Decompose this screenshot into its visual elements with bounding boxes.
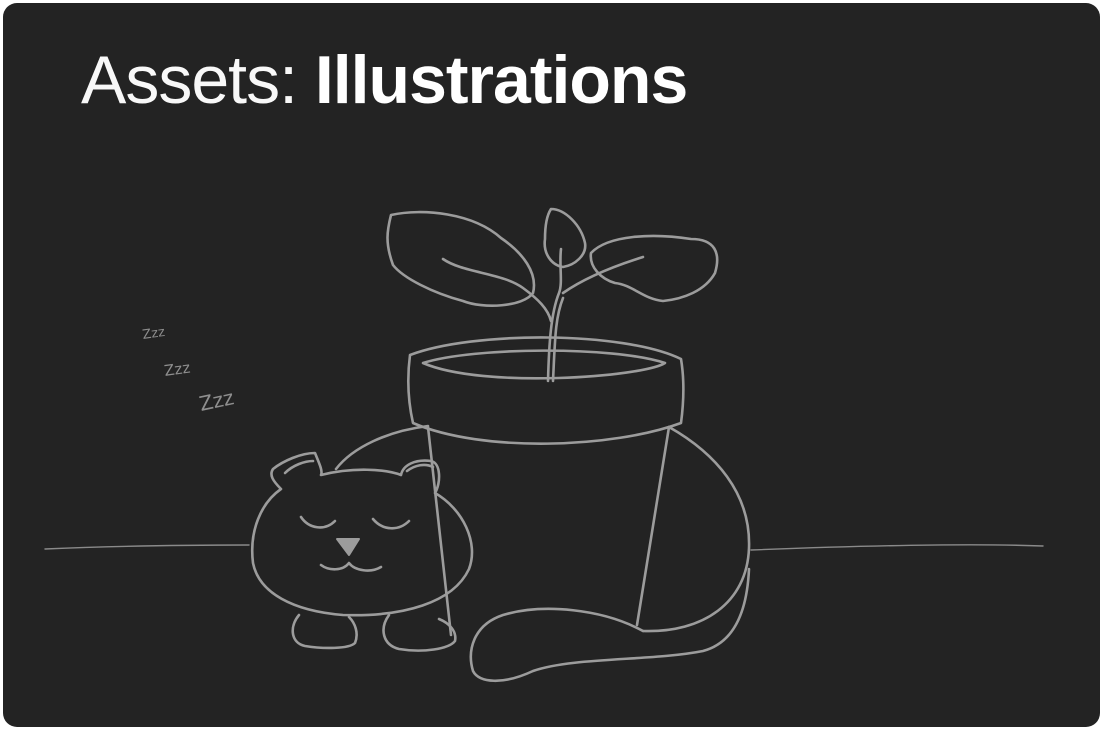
- cat-mouth: [319, 561, 383, 572]
- cat-plant-illustration: Zzz Zzz Zzz: [44, 207, 1044, 683]
- right-eye: [371, 517, 411, 530]
- floor-line: [44, 544, 1044, 551]
- cat-tail: [469, 567, 751, 683]
- cat-nose: [336, 538, 360, 556]
- sleep-zzz: Zzz Zzz Zzz: [141, 325, 236, 416]
- plant: [386, 207, 719, 383]
- zzz-large: Zzz: [197, 385, 236, 416]
- cat-paws: [291, 613, 457, 652]
- zzz-small: Zzz: [141, 325, 166, 343]
- illustration-card: Assets: Illustrations Zzz Zzz Zzz: [3, 3, 1100, 727]
- left-eye: [299, 515, 337, 529]
- zzz-medium: Zzz: [163, 358, 191, 379]
